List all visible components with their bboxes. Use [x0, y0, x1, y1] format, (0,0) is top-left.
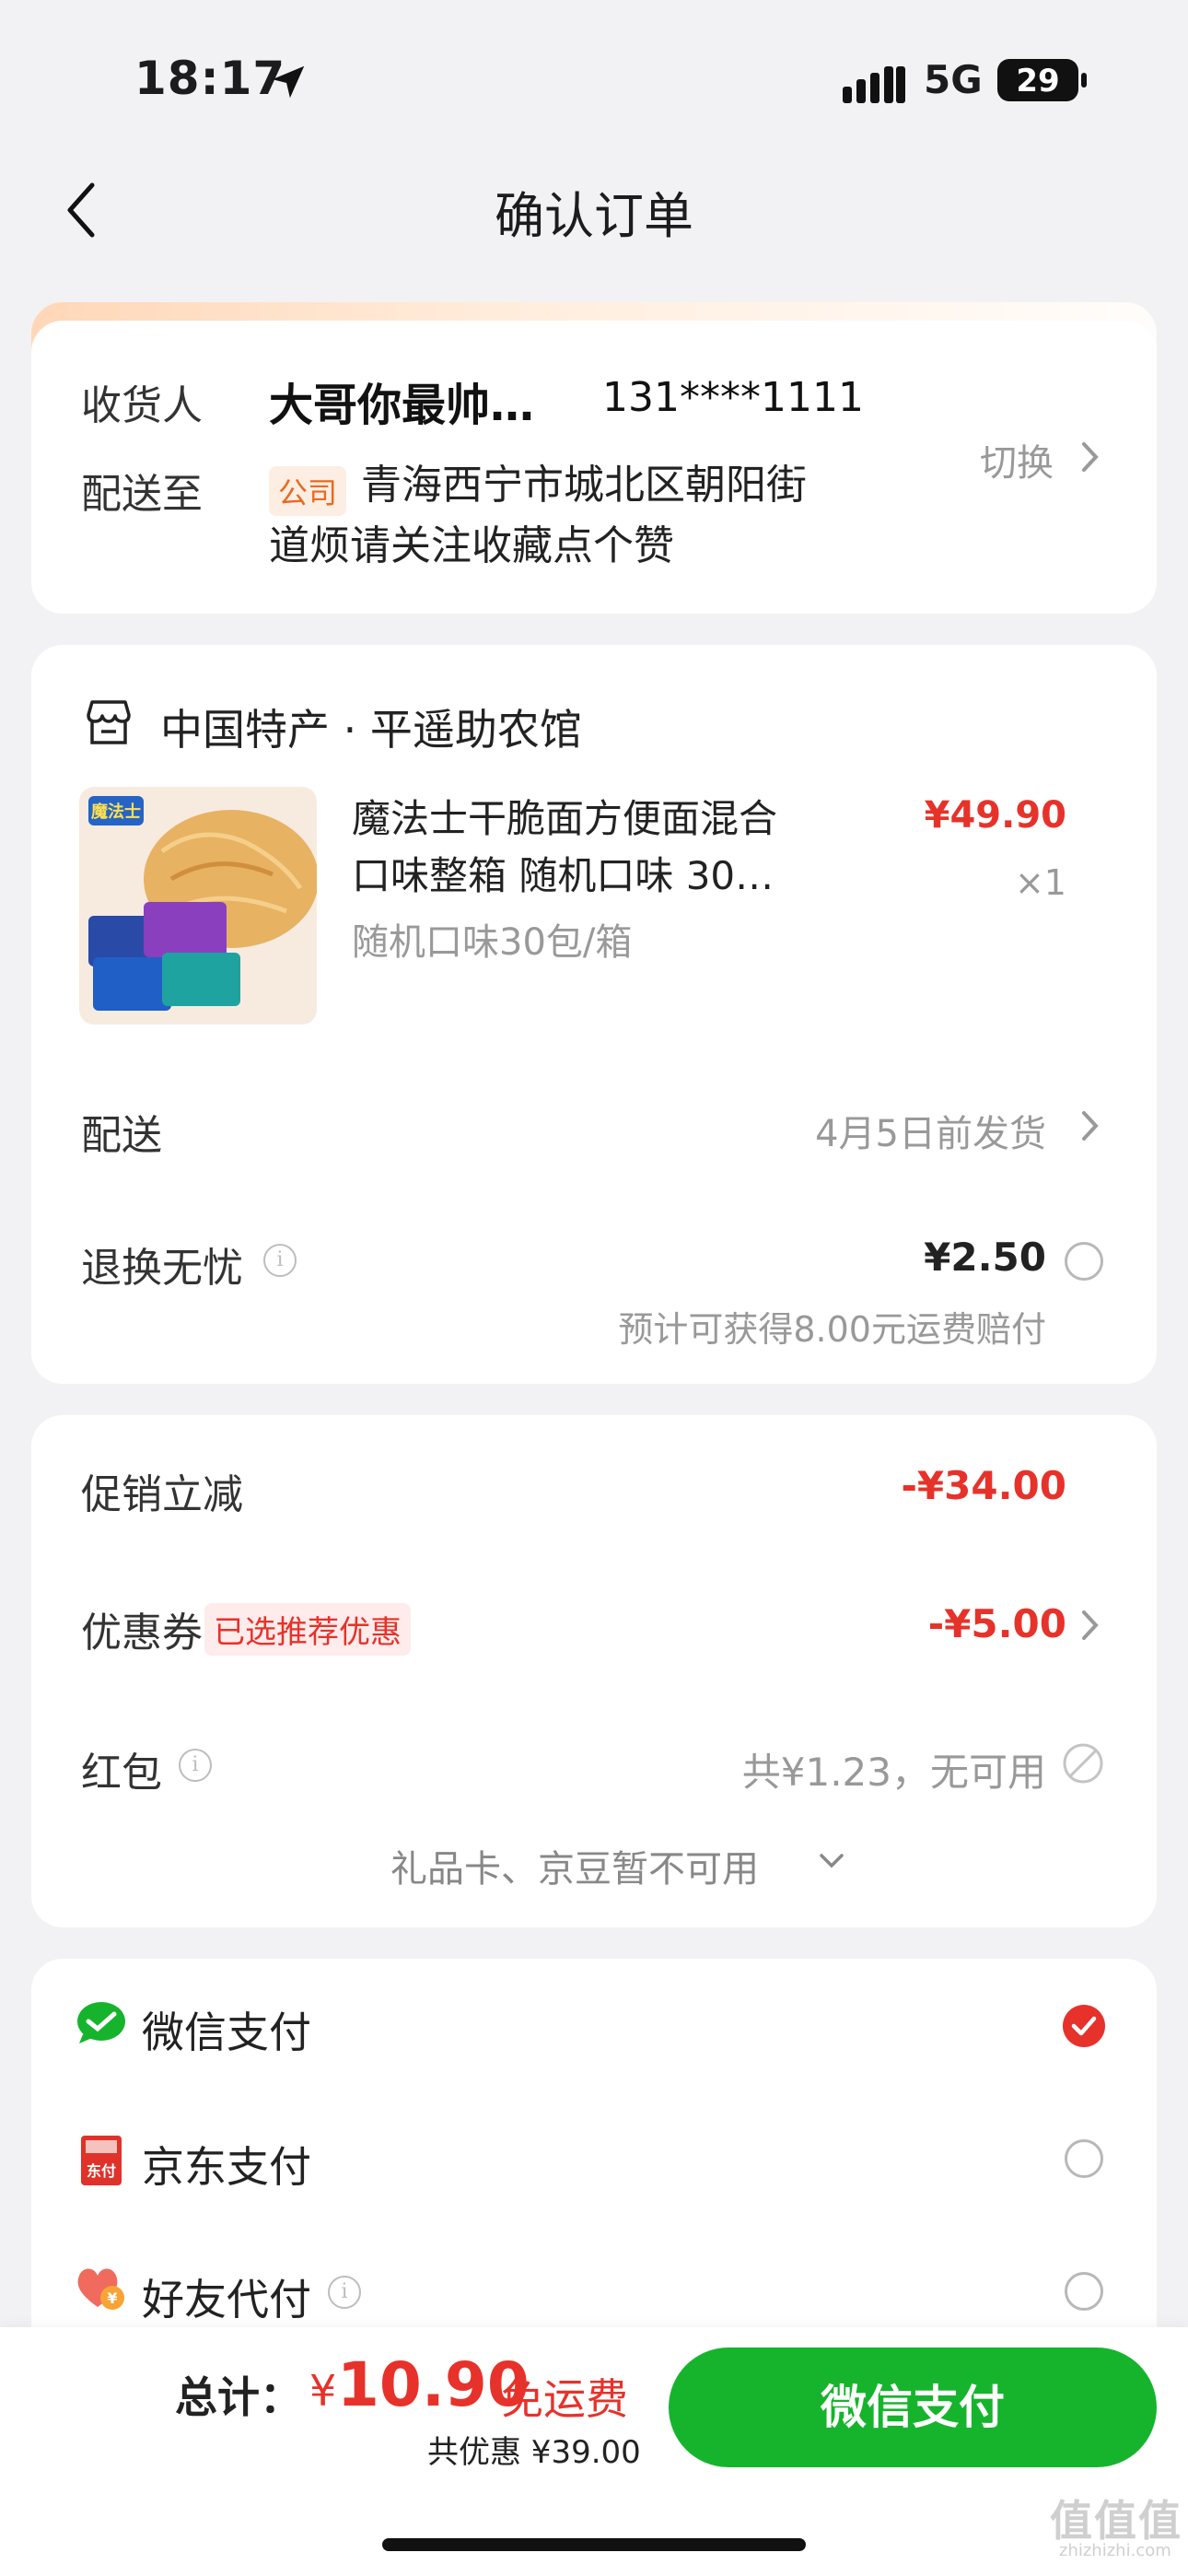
- battery-icon: 29: [997, 59, 1088, 101]
- payment-methods-card: 微信支付 东付 京东支付 ¥ 好友代付 i: [31, 1959, 1157, 2346]
- page-title: 确认订单: [495, 187, 693, 245]
- address-tag-company: 公司: [269, 466, 347, 516]
- instant-noodle-package-icon: 魔法士: [88, 796, 317, 1011]
- payment-radio-jd[interactable]: [1065, 2139, 1103, 2178]
- payment-option-friend[interactable]: 好友代付: [142, 2266, 311, 2327]
- product-sku: 随机口味30包/箱: [352, 921, 633, 964]
- free-shipping-label: 免运费: [501, 2374, 628, 2424]
- svg-text:魔法士: 魔法士: [91, 802, 141, 822]
- address-line-1: 青海西宁市城北区朝阳街: [361, 462, 807, 509]
- shop-name[interactable]: 中国特产 · 平遥助农馆: [160, 697, 582, 757]
- payment-option-jd[interactable]: 京东支付: [142, 2134, 311, 2195]
- wechat-pay-icon: [77, 2002, 125, 2043]
- product-image[interactable]: 魔法士: [79, 787, 317, 1025]
- promo-value: -¥34.00: [901, 1463, 1066, 1508]
- chevron-down-icon[interactable]: [818, 1852, 845, 1870]
- return-label: 退换无忧: [81, 1245, 243, 1292]
- status-time: 18:17: [134, 52, 286, 105]
- address-card[interactable]: 收货人 大哥你最帅… 131****1111 配送至 公司 青海西宁市城北区朝阳…: [31, 321, 1157, 614]
- saved-amount: 共优惠 ¥39.00: [427, 2434, 641, 2471]
- info-icon[interactable]: i: [263, 1244, 297, 1277]
- delivery-label: 配送: [81, 1112, 162, 1159]
- jd-pay-icon: 东付: [81, 2136, 122, 2185]
- friend-pay-heart-icon: ¥: [77, 2268, 124, 2310]
- order-item-card: 中国特产 · 平遥助农馆 魔法士 魔法士干脆面方便面混合 口味整箱 随机口味 3…: [31, 645, 1157, 1384]
- info-icon[interactable]: i: [328, 2276, 361, 2309]
- return-insurance-radio[interactable]: [1065, 1242, 1103, 1281]
- delivery-value[interactable]: 4月5日前发货: [815, 1104, 1046, 1157]
- discount-card: 促销立减 -¥34.00 优惠券 已选推荐优惠 -¥5.00 红包 i 共¥1.…: [31, 1415, 1157, 1927]
- wechat-pay-button[interactable]: 微信支付: [669, 2348, 1157, 2467]
- switch-address-button[interactable]: 切换: [980, 433, 1054, 486]
- coupon-label: 优惠券: [81, 1610, 203, 1657]
- network-type: 5G: [924, 57, 983, 102]
- store-icon: [87, 700, 131, 744]
- receiver-name: 大哥你最帅…: [269, 380, 535, 431]
- redpacket-value: 共¥1.23，无可用: [741, 1750, 1046, 1795]
- address-line-2: 道烦请关注收藏点个赞: [269, 522, 674, 569]
- home-indicator: [382, 2538, 806, 2551]
- chevron-right-icon: [1082, 442, 1099, 472]
- watermark: 值值值: [1050, 2496, 1182, 2546]
- checkmark-selected-icon[interactable]: [1063, 2005, 1105, 2047]
- product-qty: ×1: [1014, 862, 1066, 903]
- payment-radio-friend[interactable]: [1065, 2272, 1103, 2311]
- location-arrow-icon: [272, 65, 305, 99]
- payment-option-wechat[interactable]: 微信支付: [142, 1999, 311, 2060]
- coupon-tag: 已选推荐优惠: [204, 1603, 411, 1656]
- coupon-value[interactable]: -¥5.00: [928, 1601, 1066, 1646]
- total-label: 总计：: [175, 2372, 302, 2422]
- redpacket-label: 红包: [81, 1750, 162, 1797]
- signal-icon: [843, 66, 905, 103]
- more-payment-note[interactable]: 礼品卡、京豆暂不可用: [31, 1839, 1118, 1892]
- promo-label: 促销立减: [81, 1471, 243, 1518]
- chevron-right-icon: [1082, 1111, 1099, 1141]
- unavailable-icon: [1063, 1743, 1103, 1784]
- chevron-right-icon: [1082, 1610, 1099, 1640]
- svg-text:¥: ¥: [107, 2289, 117, 2307]
- receiver-phone: 131****1111: [602, 374, 864, 421]
- return-note: 预计可获得8.00元运费赔付: [618, 1309, 1046, 1350]
- info-icon[interactable]: i: [179, 1749, 212, 1782]
- watermark-url: zhizhizhi.com: [1059, 2541, 1171, 2560]
- battery-level: 29: [1016, 63, 1060, 100]
- total-currency: ¥: [309, 2366, 337, 2416]
- svg-text:东付: 东付: [87, 2162, 116, 2180]
- deliver-label: 配送至: [81, 471, 203, 518]
- product-title-line-2[interactable]: 口味整箱 随机口味 30…: [352, 848, 774, 905]
- return-price: ¥2.50: [924, 1235, 1046, 1280]
- product-title-line-1[interactable]: 魔法士干脆面方便面混合: [352, 790, 777, 848]
- product-price: ¥49.90: [924, 794, 1066, 837]
- receiver-label: 收货人: [81, 382, 203, 429]
